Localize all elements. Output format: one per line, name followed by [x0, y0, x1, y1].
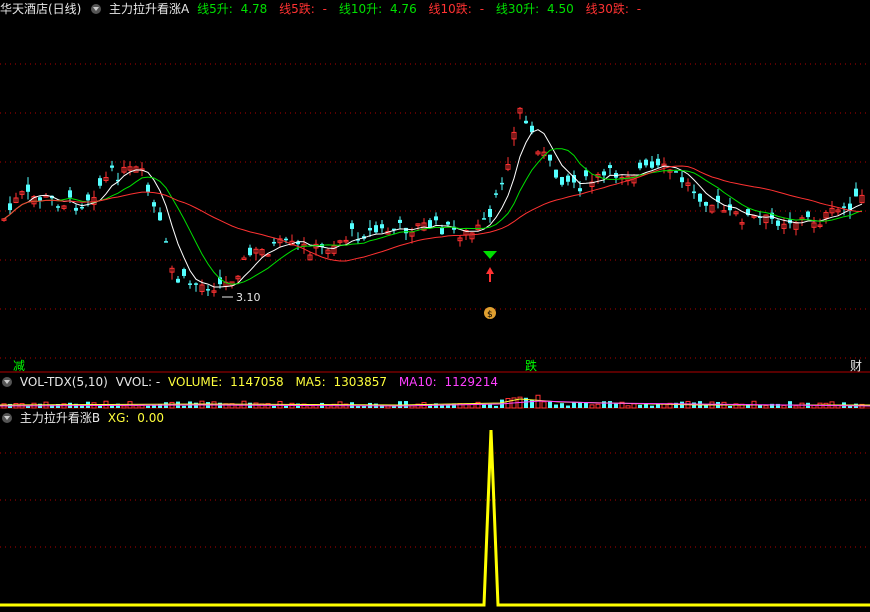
candle-body: [500, 182, 504, 185]
candle-body: [194, 283, 198, 285]
candle-body: [26, 184, 30, 192]
candle-body: [164, 241, 168, 243]
candle-body: [86, 194, 90, 201]
candle-body: [146, 184, 150, 192]
volume-bar: [494, 405, 498, 408]
candle-body: [380, 224, 384, 229]
candlestick-chart[interactable]: 3.10 $: [0, 0, 870, 612]
volume-bar: [631, 403, 637, 409]
volume-bar: [589, 404, 595, 409]
volume-bar: [638, 404, 642, 408]
volume-bar: [566, 405, 570, 408]
signal-diamond-icon: [483, 251, 497, 259]
candle-body: [98, 178, 102, 186]
volume-bar: [763, 405, 769, 409]
candle-body: [656, 158, 660, 166]
ma30-line: [3, 165, 863, 262]
candle-body: [650, 161, 654, 168]
volume-bar: [488, 404, 492, 408]
candle-body: [806, 211, 810, 218]
volume-bar: [625, 405, 631, 409]
candle-body: [644, 159, 648, 166]
red-up-arrow-icon: [486, 267, 494, 274]
volume-bar: [541, 401, 547, 409]
candle-body: [776, 220, 780, 226]
candle-body: [554, 169, 558, 178]
volume-bar: [608, 401, 612, 408]
candle-body: [566, 175, 570, 182]
candle-body: [206, 289, 210, 291]
candle-body: [560, 177, 564, 185]
candle-body: [188, 283, 192, 285]
volume-bar: [272, 405, 276, 408]
candle-body: [176, 278, 180, 283]
ma10-line: [3, 148, 863, 285]
volume-bar: [554, 404, 558, 408]
candle-body: [56, 206, 60, 208]
volume-bar: [133, 405, 139, 409]
candle-body: [692, 191, 696, 194]
candle-body: [241, 257, 247, 261]
candle-body: [584, 170, 588, 177]
volume-bar: [781, 405, 787, 409]
volume-bar: [146, 405, 150, 408]
candle-body: [152, 202, 156, 207]
candle-body: [110, 165, 114, 168]
volume-bar: [595, 403, 601, 409]
candle-body: [680, 177, 684, 183]
volume-bar: [793, 405, 799, 409]
candle-body: [8, 203, 12, 211]
money-bag-icon: $: [487, 310, 493, 320]
volume-bar: [572, 402, 576, 408]
candle-body: [674, 171, 678, 173]
volume-bar: [650, 405, 654, 408]
candle-body: [698, 193, 702, 202]
candle-body: [578, 188, 582, 192]
candle-body: [608, 165, 612, 169]
ma5-line: [3, 129, 863, 288]
candle-body: [182, 269, 186, 276]
volume-bar: [284, 405, 288, 408]
candle-body: [248, 247, 252, 256]
candle-body: [350, 223, 354, 229]
candle-body: [524, 120, 528, 124]
low-price-label: 3.10: [236, 291, 261, 304]
candle-body: [374, 225, 378, 233]
volume-bar: [560, 403, 564, 408]
candle-body: [446, 221, 450, 225]
volume-bar: [728, 405, 732, 408]
candle-body: [272, 241, 276, 244]
candle-body: [428, 220, 432, 228]
volume-bar: [614, 403, 618, 408]
candle-body: [482, 218, 486, 220]
candle-body: [704, 202, 708, 206]
candle-body: [368, 227, 372, 231]
volume-bar: [578, 402, 582, 408]
candle-body: [854, 188, 858, 197]
candle-body: [398, 219, 402, 223]
candle-body: [842, 206, 846, 208]
candle-body: [440, 227, 444, 235]
volume-bar: [121, 405, 127, 409]
candle-body: [68, 190, 72, 198]
candle-body: [548, 154, 552, 161]
candle-body: [602, 171, 606, 176]
xg-signal-line: [0, 429, 870, 607]
volume-bar: [602, 401, 606, 408]
volume-bar: [440, 405, 444, 408]
candle-body: [74, 207, 78, 211]
candle-body: [38, 197, 42, 201]
volume-bar: [182, 405, 186, 408]
candle-body: [80, 206, 84, 209]
candle-body: [494, 193, 498, 195]
candle-body: [638, 162, 642, 169]
volume-bar: [548, 401, 552, 408]
candle-body: [488, 208, 492, 217]
candle-body: [284, 238, 288, 241]
candle-body: [158, 212, 162, 221]
candle-body: [434, 216, 438, 221]
volume-bar: [446, 405, 450, 408]
